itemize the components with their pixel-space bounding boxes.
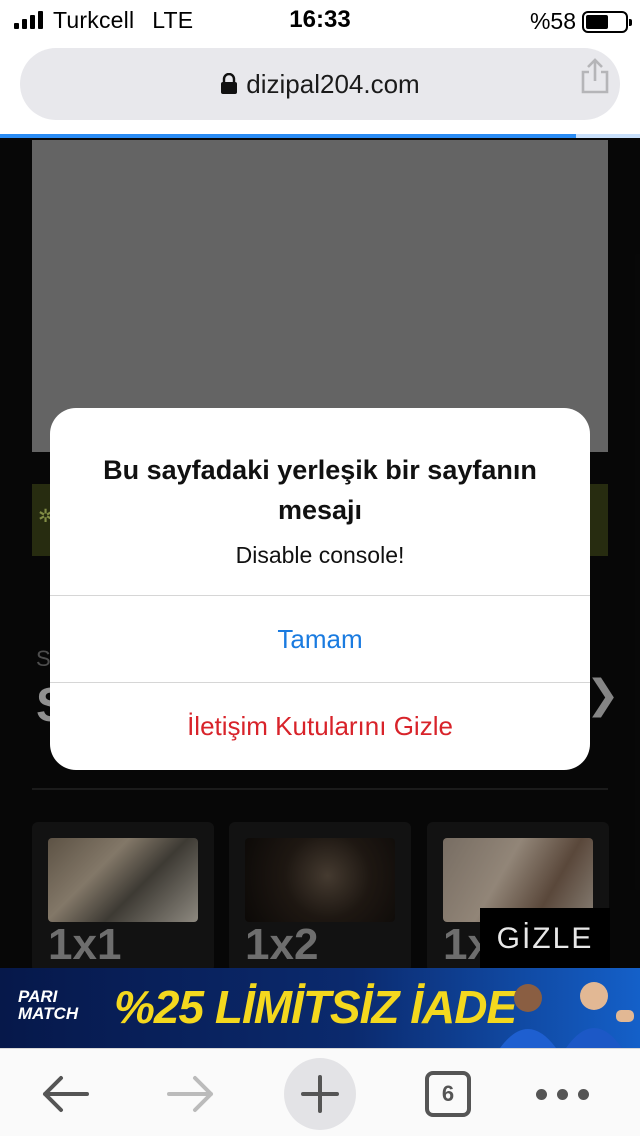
address-bar[interactable]: dizipal204.com	[20, 48, 620, 120]
status-bar: Turkcell LTE 16:33 %58	[0, 0, 640, 40]
tabs-button[interactable]: 6	[422, 1059, 474, 1129]
players-image	[500, 982, 634, 1048]
hide-ad-button[interactable]: GİZLE	[480, 908, 610, 970]
network-type: LTE	[152, 6, 194, 33]
arrow-right-icon	[167, 1076, 213, 1112]
parimatch-logo: PARI MATCH	[18, 987, 79, 1023]
hide-dialogs-button[interactable]: İletişim Kutularını Gizle	[50, 683, 590, 769]
new-tab-button[interactable]	[284, 1058, 356, 1130]
dialog-message: Disable console!	[235, 542, 405, 568]
more-dots-icon	[535, 1088, 589, 1100]
browser-toolbar: 6	[0, 1048, 640, 1136]
more-button[interactable]	[532, 1059, 592, 1129]
plus-icon	[284, 1058, 356, 1130]
back-button[interactable]	[30, 1059, 100, 1129]
battery-icon	[582, 10, 632, 33]
browser-address-area: dizipal204.com	[0, 40, 640, 136]
alert-dialog: Bu sayfadaki yerleşik bir sayfanın mesaj…	[50, 408, 590, 770]
arrow-left-icon	[43, 1076, 89, 1112]
lock-icon	[221, 73, 238, 94]
battery-percent: %58	[529, 8, 576, 34]
tab-count: 6	[425, 1071, 471, 1117]
forward-button[interactable]	[156, 1059, 226, 1129]
signal-icon	[14, 11, 43, 29]
ok-button[interactable]: Tamam	[50, 596, 590, 682]
ad-headline: %25 LİMİTSİZ İADE	[114, 981, 517, 1033]
share-icon[interactable]	[578, 57, 612, 95]
carrier-name: Turkcell	[53, 6, 135, 33]
battery-status: %58	[529, 8, 632, 35]
url-text: dizipal204.com	[246, 68, 420, 99]
dialog-title: Bu sayfadaki yerleşik bir sayfanın mesaj…	[103, 455, 537, 525]
ad-banner[interactable]: PARI MATCH %25 LİMİTSİZ İADE	[0, 968, 640, 1048]
